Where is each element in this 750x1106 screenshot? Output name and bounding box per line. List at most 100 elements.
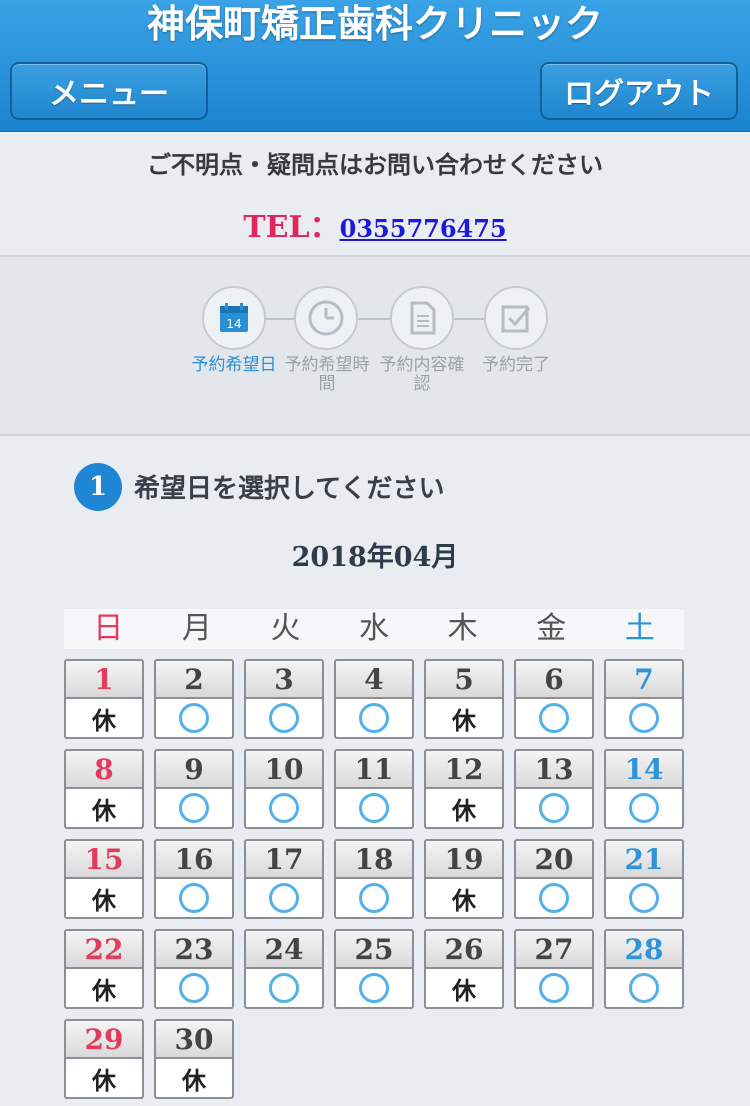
calendar-day-cell[interactable]: 3 <box>244 659 324 739</box>
tel-line: TEL：0355776475 <box>0 202 750 246</box>
clinic-title: 神保町矯正歯科クリニック <box>146 1 603 46</box>
calendar-day-cell[interactable]: 16 <box>154 839 234 919</box>
available-circle-icon <box>269 973 299 1003</box>
available-status <box>606 969 682 1007</box>
closed-label: 休 <box>92 886 116 915</box>
calendar-day-cell[interactable]: 5休 <box>424 659 504 739</box>
available-status <box>336 699 412 737</box>
calendar-day-cell[interactable]: 26 休 <box>424 929 504 1009</box>
day-number: 16 <box>156 841 232 879</box>
day-number: 30 <box>156 1021 232 1059</box>
weekday-thu: 木 <box>447 611 478 646</box>
weekday-sat: 土 <box>624 611 655 646</box>
calendar-day-cell[interactable]: 9 <box>154 749 234 829</box>
day-number: 10 <box>246 751 322 789</box>
month-label: 2018年04月 <box>291 542 459 573</box>
calendar-day-cell[interactable]: 20 <box>514 839 594 919</box>
day-number: 23 <box>156 931 232 969</box>
available-circle-icon <box>179 703 209 733</box>
day-number: 13 <box>516 751 592 789</box>
step-label-time: 予約希望時間 <box>284 355 370 394</box>
calendar-day-cell[interactable]: 2 <box>154 659 234 739</box>
calendar-day-cell[interactable]: 8休 <box>64 749 144 829</box>
calendar-day-cell[interactable]: 17 <box>244 839 324 919</box>
closed-label: 休 <box>92 976 116 1005</box>
available-status <box>516 969 592 1007</box>
available-status <box>516 699 592 737</box>
available-circle-icon <box>269 883 299 913</box>
section-title: 希望日を選択してください <box>134 474 445 504</box>
available-circle-icon <box>629 883 659 913</box>
day-number: 3 <box>246 661 322 699</box>
calendar-day-cell[interactable]: 6 <box>514 659 594 739</box>
calendar-day-cell[interactable]: 19 休 <box>424 839 504 919</box>
calendar-day-cell[interactable]: 4 <box>334 659 414 739</box>
step-label-confirm: 予約内容確認 <box>379 355 465 394</box>
calendar-day-cell[interactable]: 13 <box>514 749 594 829</box>
available-circle-icon <box>539 703 569 733</box>
day-number: 22 <box>66 931 142 969</box>
available-status <box>606 699 682 737</box>
day-number: 24 <box>246 931 322 969</box>
day-number: 2 <box>156 661 232 699</box>
calendar-day-cell[interactable]: 29 休 <box>64 1019 144 1099</box>
available-circle-icon <box>629 973 659 1003</box>
step-label-date: 予約希望日 <box>191 355 277 375</box>
closed-label: 休 <box>92 796 116 825</box>
logout-button[interactable]: ログアウト <box>540 62 738 120</box>
available-status <box>246 969 322 1007</box>
available-circle-icon <box>179 973 209 1003</box>
calendar-day-cell[interactable]: 15 休 <box>64 839 144 919</box>
calendar-day-cell[interactable]: 21 <box>604 839 684 919</box>
step-connector <box>454 318 484 320</box>
day-number: 6 <box>516 661 592 699</box>
calendar-day-cell[interactable]: 24 <box>244 929 324 1009</box>
available-circle-icon <box>539 883 569 913</box>
available-circle-icon <box>539 973 569 1003</box>
calendar-day-cell[interactable]: 1休 <box>64 659 144 739</box>
available-status <box>156 969 232 1007</box>
weekday-header: 日 月 火 水 木 金 土 <box>64 609 684 649</box>
calendar-day-cell[interactable]: 18 <box>334 839 414 919</box>
weekday-fri: 金 <box>536 611 567 646</box>
calendar-day-cell[interactable]: 7 <box>604 659 684 739</box>
available-status <box>516 789 592 827</box>
calendar-day-cell[interactable]: 22 休 <box>64 929 144 1009</box>
available-status <box>156 789 232 827</box>
closed-label: 休 <box>182 1066 206 1095</box>
calendar-day-cell[interactable]: 12 休 <box>424 749 504 829</box>
menu-button[interactable]: メニュー <box>10 62 208 120</box>
calendar-day-cell[interactable]: 27 <box>514 929 594 1009</box>
day-number: 27 <box>516 931 592 969</box>
day-number: 8 <box>66 751 142 789</box>
calendar-day-cell[interactable]: 28 <box>604 929 684 1009</box>
day-number: 17 <box>246 841 322 879</box>
available-status <box>336 969 412 1007</box>
step-label-complete: 予約完了 <box>482 355 550 375</box>
available-circle-icon <box>179 793 209 823</box>
calendar-day-cell[interactable]: 14 <box>604 749 684 829</box>
calendar-day-cell[interactable]: 10 <box>244 749 324 829</box>
available-status <box>336 879 412 917</box>
calendar-day-cell[interactable]: 11 <box>334 749 414 829</box>
day-number: 12 <box>426 751 502 789</box>
available-circle-icon <box>629 703 659 733</box>
day-number: 11 <box>336 751 412 789</box>
calendar-day-cell[interactable]: 30 休 <box>154 1019 234 1099</box>
weekday-wed: 水 <box>359 611 390 646</box>
tel-link[interactable]: 0355776475 <box>340 214 507 243</box>
available-status <box>606 879 682 917</box>
day-number: 28 <box>606 931 682 969</box>
weekday-mon: 月 <box>181 611 212 646</box>
day-number: 15 <box>66 841 142 879</box>
calendar-day-cell[interactable]: 23 <box>154 929 234 1009</box>
closed-label: 休 <box>452 796 476 825</box>
day-number: 7 <box>606 661 682 699</box>
closed-label: 休 <box>92 1066 116 1095</box>
step-connector <box>266 318 294 320</box>
available-status <box>156 879 232 917</box>
closed-label: 休 <box>452 976 476 1005</box>
day-number: 18 <box>336 841 412 879</box>
calendar-day-cell[interactable]: 25 <box>334 929 414 1009</box>
document-icon <box>390 286 454 350</box>
